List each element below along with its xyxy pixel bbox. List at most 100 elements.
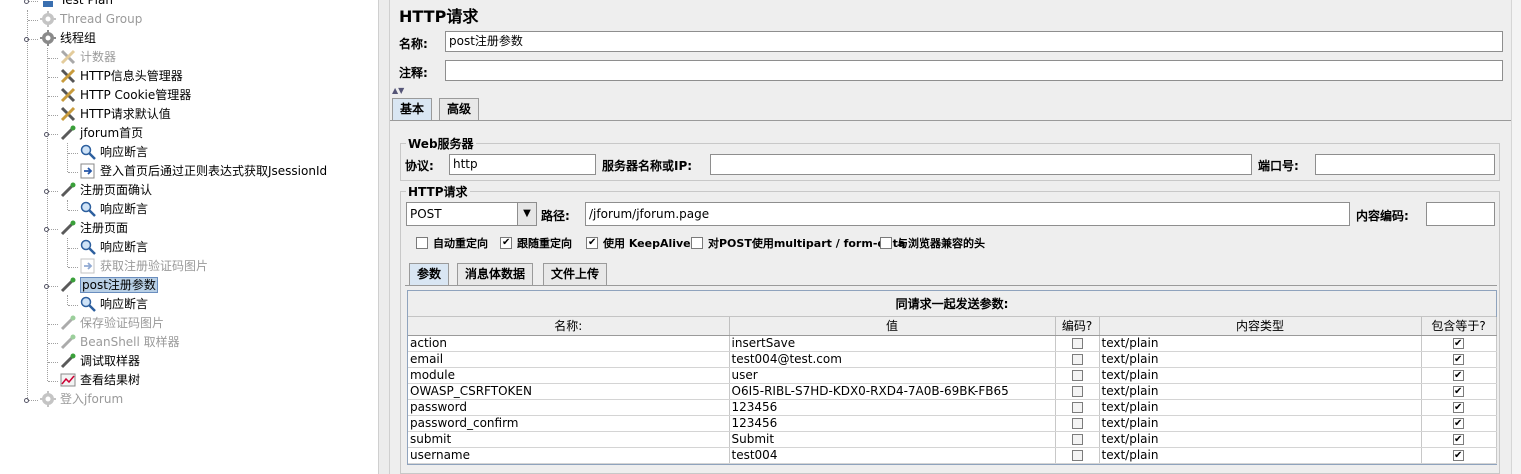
tree-node[interactable]: 响应断言 [80,200,148,219]
encode-checkbox[interactable] [1071,337,1083,349]
checkbox-icon[interactable] [586,236,598,250]
test-plan-tree[interactable]: Test Plan Thread Group 线程组 计数器 HTTP信息头管理器 HTT… [0,0,378,474]
table-row[interactable]: submit Submit text/plain [408,431,1497,448]
tree-node[interactable]: HTTP请求默认值 [60,105,171,124]
include-equals-checkbox[interactable] [1453,448,1464,462]
table-row[interactable]: action insertSave text/plain [408,335,1497,352]
content-type-cell[interactable]: text/plain [1099,367,1422,384]
tree-node[interactable]: 响应断言 [80,295,148,314]
tree-node[interactable]: 保存验证码图片 [60,314,164,333]
param-value-cell[interactable]: test004 [729,447,1056,464]
tree-node[interactable]: Test Plan [40,0,113,10]
column-header-name[interactable]: 名称: [408,317,730,336]
tree-node[interactable]: 查看结果树 [60,371,140,390]
include-equals-checkbox[interactable] [1453,432,1464,446]
checkbox-icon[interactable] [416,237,428,249]
tree-node[interactable]: 注册页面 [60,219,128,238]
comment-field[interactable] [445,60,1503,81]
tree-node[interactable]: jforum首页 [60,124,143,143]
option-checkbox[interactable]: 使用 KeepAlive [586,236,691,251]
encode-checkbox[interactable] [1071,417,1083,429]
option-checkbox[interactable]: 跟随重定向 [500,236,572,251]
tree-node[interactable]: 线程组 [40,29,96,48]
tree-expand-handle[interactable] [23,0,31,5]
param-name-cell[interactable]: username [408,447,730,464]
tab-body-data[interactable]: 消息体数据 [457,263,534,285]
column-header-value[interactable]: 值 [729,317,1056,336]
table-row[interactable]: email test004@test.com text/plain [408,351,1497,368]
checkbox-icon[interactable] [880,237,892,249]
param-value-cell[interactable]: Submit [729,431,1056,448]
include-equals-checkbox[interactable] [1453,352,1464,366]
encode-checkbox[interactable] [1071,385,1083,397]
include-equals-checkbox[interactable] [1453,336,1464,350]
tree-node[interactable]: 获取注册验证码图片 [80,257,208,276]
protocol-field[interactable]: http [449,154,596,175]
content-type-cell[interactable]: text/plain [1099,431,1422,448]
content-type-cell[interactable]: text/plain [1099,415,1422,432]
tab-advanced[interactable]: 高级 [439,98,480,120]
port-field[interactable] [1315,154,1495,175]
param-name-cell[interactable]: OWASP_CSRFTOKEN [408,383,730,400]
tab-parameters[interactable]: 参数 [409,263,450,285]
column-header-include-equals[interactable]: 包含等于? [1421,317,1497,336]
tab-file-upload[interactable]: 文件上传 [543,263,608,285]
param-name-cell[interactable]: module [408,367,730,384]
encode-checkbox[interactable] [1071,369,1083,381]
param-name-cell[interactable]: password [408,399,730,416]
tree-node[interactable]: Thread Group [40,10,142,29]
tree-expand-handle[interactable] [43,282,51,290]
param-name-cell[interactable]: email [408,351,730,368]
tree-expand-handle[interactable] [43,130,51,138]
column-header-encode[interactable]: 编码? [1055,317,1100,336]
tree-node[interactable]: 计数器 [60,48,116,67]
option-checkbox[interactable]: 对POST使用multipart / form-data [691,237,905,251]
encode-checkbox[interactable] [1071,433,1083,445]
table-row[interactable]: password_confirm 123456 text/plain [408,415,1497,432]
encode-checkbox[interactable] [1071,353,1083,365]
content-type-cell[interactable]: text/plain [1099,447,1422,464]
content-type-cell[interactable]: text/plain [1099,383,1422,400]
table-row[interactable]: username test004 text/plain [408,447,1497,464]
tree-node[interactable]: 响应断言 [80,238,148,257]
include-equals-checkbox[interactable] [1453,400,1464,414]
tab-basic[interactable]: 基本 [392,98,433,120]
tree-expand-handle[interactable] [43,187,51,195]
include-equals-checkbox[interactable] [1453,416,1464,430]
param-value-cell[interactable]: insertSave [729,335,1056,352]
column-header-content-type[interactable]: 内容类型 [1099,317,1422,336]
param-name-cell[interactable]: action [408,335,730,352]
tree-node[interactable]: BeanShell 取样器 [60,333,180,352]
tree-node[interactable]: 登入首页后通过正则表达式获取JsessionId [80,162,327,181]
tree-node[interactable]: 登入jforum [40,390,123,409]
tree-node[interactable]: post注册参数 [60,276,158,295]
content-type-cell[interactable]: text/plain [1099,399,1422,416]
table-row[interactable]: password 123456 text/plain [408,399,1497,416]
collapse-arrows-icon[interactable]: ▲▼ [392,86,412,95]
param-value-cell[interactable]: O6I5-RIBL-S7HD-KDX0-RXD4-7A0B-69BK-FB65 [729,383,1056,400]
encoding-field[interactable] [1426,202,1495,226]
method-select[interactable]: POST [406,202,518,226]
parameters-table[interactable]: 同请求一起发送参数: 名称: 值 编码? 内容类型 包含等于? action in… [407,290,1497,465]
option-checkbox[interactable]: 自动重定向 [416,237,488,251]
table-row[interactable]: OWASP_CSRFTOKEN O6I5-RIBL-S7HD-KDX0-RXD4-… [408,383,1497,400]
param-name-cell[interactable]: submit [408,431,730,448]
content-type-cell[interactable]: text/plain [1099,351,1422,368]
include-equals-checkbox[interactable] [1453,384,1464,398]
tree-expand-handle[interactable] [23,35,31,43]
split-pane-divider[interactable] [378,0,390,474]
option-checkbox[interactable]: 与浏览器兼容的头 [880,237,985,251]
path-field[interactable]: /jforum/jforum.page [585,202,1350,226]
tree-node[interactable]: 调试取样器 [60,352,140,371]
param-value-cell[interactable]: 123456 [729,399,1056,416]
server-field[interactable] [710,154,1252,175]
param-value-cell[interactable]: user [729,367,1056,384]
vertical-scrollbar[interactable] [1511,0,1521,474]
encode-checkbox[interactable] [1071,401,1083,413]
tree-node[interactable]: 响应断言 [80,143,148,162]
content-type-cell[interactable]: text/plain [1099,335,1422,352]
checkbox-icon[interactable] [500,236,512,250]
name-field[interactable]: post注册参数 [445,31,1503,52]
tree-node[interactable]: 注册页面确认 [60,181,152,200]
chevron-down-icon[interactable]: ▼ [517,202,537,226]
